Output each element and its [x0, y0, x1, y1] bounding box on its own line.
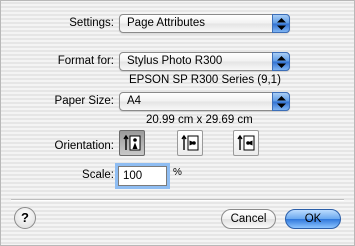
popup-arrows-icon: [272, 14, 290, 33]
popup-arrows-icon: [272, 92, 290, 111]
orientation-label: Orientation:: [54, 140, 114, 152]
scale-unit: %: [173, 167, 182, 178]
paper-size-label: Paper Size:: [54, 95, 114, 107]
ok-button[interactable]: OK: [285, 209, 341, 229]
orientation-portrait-button[interactable]: [119, 130, 145, 156]
divider: [11, 199, 344, 201]
paper-dimensions: 20.99 cm x 29.69 cm: [146, 114, 253, 126]
orientation-landscape-button[interactable]: [177, 130, 203, 156]
scale-input[interactable]: 100: [118, 166, 167, 186]
format-for-label: Format for:: [57, 55, 114, 67]
printer-description: EPSON SP R300 Series (9,1): [129, 74, 281, 86]
format-for-value: Stylus Photo R300: [127, 55, 223, 67]
settings-value: Page Attributes: [127, 17, 205, 29]
scale-label: Scale:: [82, 169, 114, 181]
settings-label: Settings:: [69, 17, 114, 29]
settings-popup[interactable]: Page Attributes: [119, 14, 290, 33]
popup-arrows-icon: [272, 52, 290, 71]
help-button[interactable]: ?: [14, 207, 36, 229]
orientation-reverse-landscape-button[interactable]: [233, 130, 259, 156]
paper-size-value: A4: [127, 95, 142, 107]
paper-size-popup[interactable]: A4: [119, 92, 290, 111]
landscape-icon: [181, 134, 199, 151]
format-for-popup[interactable]: Stylus Photo R300: [119, 52, 290, 71]
portrait-icon: [123, 134, 141, 151]
cancel-button[interactable]: Cancel: [221, 209, 276, 229]
reverse-landscape-icon: [237, 134, 255, 151]
